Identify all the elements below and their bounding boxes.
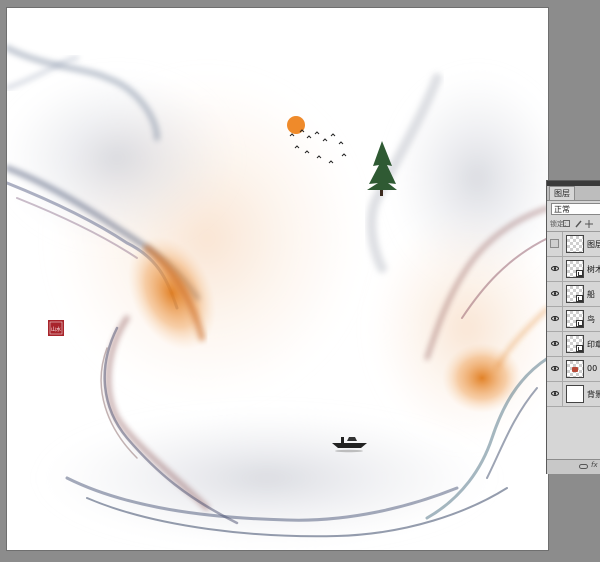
eye-icon xyxy=(551,366,559,371)
lock-pixels-brush-icon[interactable] xyxy=(575,220,582,228)
smart-object-icon xyxy=(576,320,583,327)
layer-row[interactable]: 鸟 xyxy=(547,307,600,332)
layer-name[interactable]: 树木 xyxy=(587,264,600,275)
layer-thumbnail xyxy=(566,385,584,403)
visibility-off-icon xyxy=(550,239,559,248)
layer-thumbnail xyxy=(566,310,584,328)
eye-icon xyxy=(551,291,559,296)
panel-tab-row: 图层 xyxy=(547,186,600,201)
layer-row[interactable]: 船 xyxy=(547,282,600,307)
smart-object-icon xyxy=(576,270,583,277)
layer-thumbnail xyxy=(566,235,584,253)
red-seal: 山水 xyxy=(48,320,64,336)
eye-icon xyxy=(551,341,559,346)
tab-layers[interactable]: 图层 xyxy=(549,186,575,200)
layer-name[interactable]: 船 xyxy=(587,289,595,300)
sun xyxy=(287,116,305,134)
visibility-toggle[interactable] xyxy=(547,307,563,331)
lock-position-icon[interactable] xyxy=(585,220,593,228)
visibility-toggle[interactable] xyxy=(547,382,563,406)
smart-object-icon xyxy=(576,295,583,302)
layer-thumbnail xyxy=(566,360,584,378)
fx-icon[interactable]: fx xyxy=(591,461,598,469)
eye-icon xyxy=(551,266,559,271)
svg-text:山水: 山水 xyxy=(51,326,61,333)
visibility-toggle[interactable] xyxy=(547,257,563,281)
layer-thumbnail xyxy=(566,335,584,353)
background-washes xyxy=(7,68,548,548)
layer-thumbnail xyxy=(566,260,584,278)
link-layers-icon[interactable] xyxy=(579,464,588,469)
layer-thumbnail xyxy=(566,285,584,303)
eye-icon xyxy=(551,316,559,321)
visibility-toggle[interactable] xyxy=(547,232,563,256)
layer-name[interactable]: 00 xyxy=(587,364,597,373)
layer-row[interactable]: 00 xyxy=(547,357,600,382)
blend-mode-row: 正常 xyxy=(547,201,600,217)
panel-footer: fx xyxy=(547,459,600,474)
layer-name[interactable]: 背景 xyxy=(587,389,600,400)
layer-row[interactable]: 树木 xyxy=(547,257,600,282)
layers-panel[interactable]: 图层 正常 锁定: 图层 树木 船 鸟 印章 xyxy=(546,180,600,474)
layer-name[interactable]: 鸟 xyxy=(587,314,595,325)
layer-name[interactable]: 图层 xyxy=(587,239,600,250)
visibility-toggle[interactable] xyxy=(547,282,563,306)
blend-mode-select[interactable]: 正常 xyxy=(551,203,600,215)
visibility-toggle[interactable] xyxy=(547,357,563,381)
smart-object-icon xyxy=(576,345,583,352)
document-canvas[interactable]: 山水 xyxy=(7,8,548,550)
lock-row: 锁定: xyxy=(547,217,600,232)
eye-icon xyxy=(551,391,559,396)
lock-transparency-icon[interactable] xyxy=(563,220,570,227)
layer-name[interactable]: 印章 xyxy=(587,339,600,350)
layer-row[interactable]: 图层 xyxy=(547,232,600,257)
ink-landscape-artwork: 山水 xyxy=(7,45,548,548)
layer-row[interactable]: 背景 xyxy=(547,382,600,407)
layer-content-preview xyxy=(572,367,578,372)
visibility-toggle[interactable] xyxy=(547,332,563,356)
layer-row[interactable]: 印章 xyxy=(547,332,600,357)
